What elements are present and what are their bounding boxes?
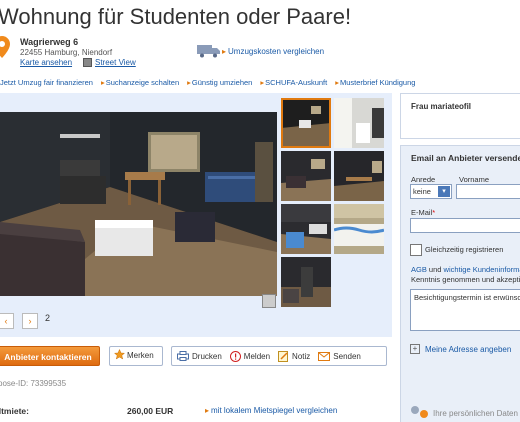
nav-link-schufa[interactable]: SCHUFA-Auskunft <box>260 78 327 90</box>
message-textarea[interactable]: Besichtigungstermin ist erwünscht <box>410 289 520 331</box>
salutation-select[interactable]: keine ▾ <box>410 184 452 199</box>
terms-text: AGB und wichtige Kundeninformationen Ken… <box>411 265 520 285</box>
contact-provider-button[interactable]: Anbieter kontaktieren <box>0 346 100 366</box>
firstname-label: Vorname <box>459 175 490 184</box>
gallery-prev-button[interactable]: ‹ <box>0 313 14 329</box>
address-city: 22455 Hamburg, Niendorf <box>20 48 113 57</box>
mail-icon <box>318 351 331 361</box>
star-icon <box>113 348 126 360</box>
apartment-photo <box>0 112 277 296</box>
street-view-icon <box>83 58 92 67</box>
terms-conjunction: und <box>426 265 444 274</box>
required-mark: * <box>432 208 436 217</box>
page-title: Wohnung für Studenten oder Paare! <box>0 4 352 29</box>
send-label: Senden <box>333 351 361 361</box>
rent-value: 260,00 EUR <box>127 406 174 416</box>
zoom-icon[interactable] <box>262 294 276 308</box>
email-input[interactable] <box>410 218 520 233</box>
expose-id: xpose-ID: 73399535 <box>0 379 67 388</box>
favorite-label: Merken <box>127 351 154 360</box>
thumbnail-6[interactable] <box>334 204 384 254</box>
nav-link-search-ad[interactable]: Suchanzeige schalten <box>101 78 179 90</box>
address-street: Wagrierweg 6 <box>20 37 79 47</box>
location-pin-icon <box>0 36 10 58</box>
promo-nav: Jetzt Umzug fair finanzieren Suchanzeige… <box>0 78 520 90</box>
note-label: Notiz <box>292 351 311 361</box>
report-label: Melden <box>243 351 271 361</box>
favorite-button[interactable]: Merken <box>109 346 163 366</box>
moving-cost-link[interactable]: Umzugskosten vergleichen <box>222 47 324 56</box>
note-icon <box>278 350 289 362</box>
chevron-down-icon: ▾ <box>438 186 450 197</box>
plus-icon[interactable]: + <box>410 344 420 354</box>
customer-info-link[interactable]: wichtige Kundeninformationen <box>444 265 520 274</box>
personal-data-heading: Ihre persönlichen Daten <box>433 409 518 418</box>
person-icon <box>411 406 428 418</box>
address-toggle-link[interactable]: Meine Adresse angeben <box>425 345 511 354</box>
report-button[interactable]: Melden <box>229 350 271 362</box>
salutation-label: Anrede <box>411 175 436 184</box>
contact-form-title: Email an Anbieter versenden <box>411 153 520 163</box>
thumbnail-3[interactable] <box>281 151 331 201</box>
email-label-text: E-Mail <box>411 208 433 217</box>
print-label: Drucken <box>192 351 222 361</box>
send-button[interactable]: Senden <box>318 351 361 361</box>
thumbnail-1[interactable] <box>281 98 331 148</box>
thumbnail-5[interactable] <box>281 204 331 254</box>
owner-box <box>400 93 520 139</box>
nav-link-cheap-moving[interactable]: Günstig umziehen <box>187 78 252 90</box>
agb-link[interactable]: AGB <box>411 265 427 274</box>
salutation-value: keine <box>413 187 431 196</box>
nav-link-financing[interactable]: Jetzt Umzug fair finanzieren <box>0 78 93 90</box>
thumbnail-2[interactable] <box>334 98 384 148</box>
rent-label: altmiete: <box>0 406 29 416</box>
print-icon <box>177 351 189 361</box>
rent-compare-link[interactable]: mit lokalem Mietspiegel vergleichen <box>205 406 337 415</box>
register-label: Gleichzeitig registrieren <box>425 245 504 254</box>
terms-acceptance: Kenntnis genommen und akzeptiert <box>411 275 520 284</box>
owner-name: Frau mariateofil <box>411 102 472 111</box>
gallery-next-button[interactable]: › <box>22 313 38 329</box>
email-label: E-Mail* <box>411 208 435 217</box>
main-photo[interactable] <box>0 112 277 296</box>
thumbnail-7[interactable] <box>281 257 331 307</box>
truck-icon <box>197 45 220 58</box>
nav-link-termination-letter[interactable]: Musterbrief Kündigung <box>335 78 415 90</box>
firstname-input[interactable] <box>456 184 520 199</box>
note-button[interactable]: Notiz <box>278 350 311 362</box>
alert-icon <box>229 350 241 362</box>
register-checkbox[interactable] <box>410 244 422 256</box>
print-button[interactable]: Drucken <box>177 351 222 361</box>
action-toolbar: Drucken Melden Notiz Senden <box>171 346 387 366</box>
map-link[interactable]: Karte ansehen <box>20 58 72 67</box>
street-view-link[interactable]: Street View <box>95 58 136 67</box>
thumbnail-4[interactable] <box>334 151 384 201</box>
gallery-page-number: 2 <box>45 313 51 323</box>
